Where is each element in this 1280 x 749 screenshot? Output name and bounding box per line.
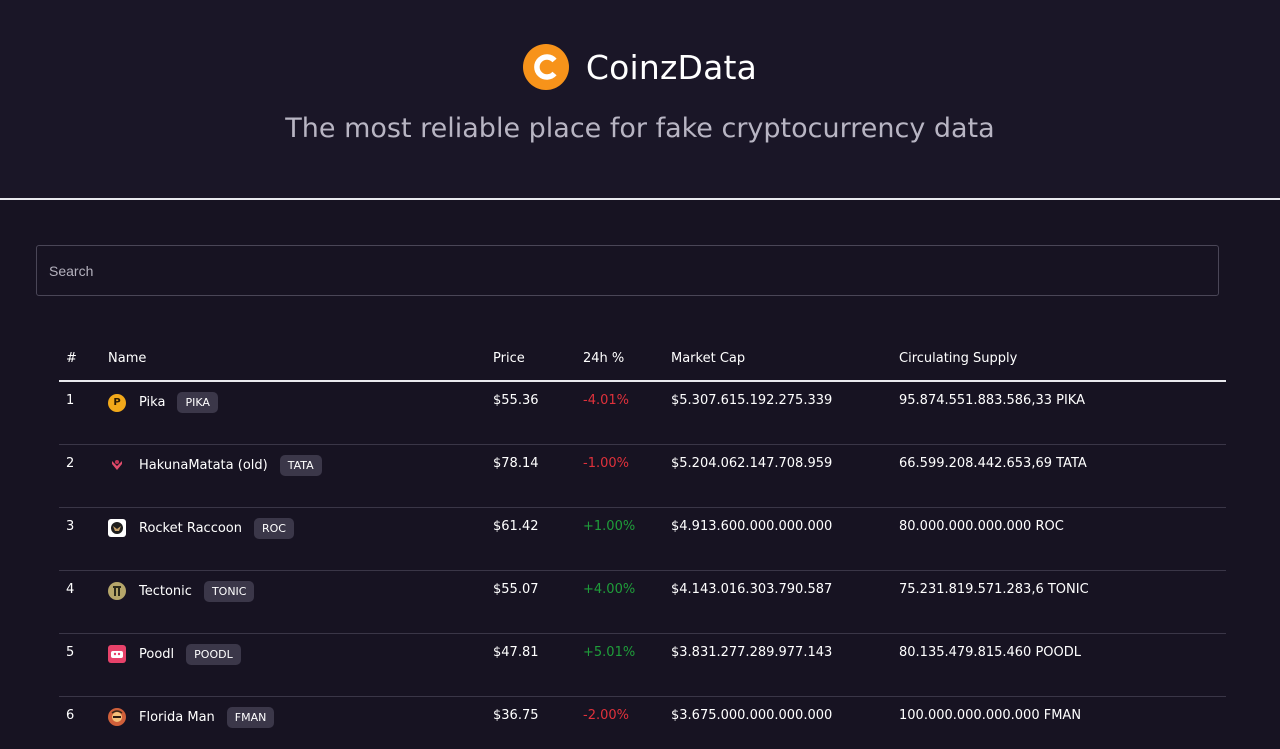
header-name[interactable]: Name — [108, 348, 493, 382]
supply-cell: 75.231.819.571.283,6 TONIC — [899, 570, 1226, 634]
coin-name[interactable]: HakunaMatata (old) — [139, 458, 268, 473]
coin-name[interactable]: Pika — [139, 395, 165, 410]
header-24h-change[interactable]: 24h % — [583, 348, 671, 382]
name-cell: Rocket Raccoon ROC — [108, 507, 493, 571]
market-cap-cell: $4.913.600.000.000.000 — [671, 507, 899, 571]
tagline: The most reliable place for fake cryptoc… — [285, 113, 995, 144]
price-cell: $47.81 — [493, 633, 583, 697]
price-cell: $36.75 — [493, 696, 583, 749]
symbol-badge: ROC — [254, 517, 294, 539]
change-cell: +1.00% — [583, 507, 671, 571]
florida-man-icon — [108, 708, 126, 726]
symbol-badge: TATA — [279, 454, 322, 476]
supply-cell: 66.599.208.442.653,69 TATA — [899, 444, 1226, 508]
change-cell: -2.00% — [583, 696, 671, 749]
name-cell: Poodl POODL — [108, 633, 493, 697]
supply-cell: 80.135.479.815.460 POODL — [899, 633, 1226, 697]
price-cell: $55.07 — [493, 570, 583, 634]
name-cell: HakunaMatata (old) TATA — [108, 444, 493, 508]
price-cell: $61.42 — [493, 507, 583, 571]
rank-cell: 4 — [59, 570, 108, 634]
market-cap-cell: $3.675.000.000.000.000 — [671, 696, 899, 749]
brand-name: CoinzData — [585, 47, 758, 87]
rank-cell: 5 — [59, 633, 108, 697]
brand: CoinzData — [522, 44, 758, 90]
symbol-badge: TONIC — [203, 580, 255, 602]
coin-name[interactable]: Florida Man — [139, 710, 215, 725]
market-cap-cell: $5.307.615.192.275.339 — [671, 381, 899, 445]
search-input[interactable] — [36, 245, 1219, 296]
rank-cell: 6 — [59, 696, 108, 749]
price-cell: $78.14 — [493, 444, 583, 508]
rank-cell: 1 — [59, 381, 108, 445]
tectonic-icon — [108, 582, 126, 600]
table-row[interactable]: 1 P Pika PIKA $55.36 -4.01% $5.307.615.1… — [59, 381, 1226, 445]
name-cell: Tectonic TONIC — [108, 570, 493, 634]
change-cell: -4.01% — [583, 381, 671, 445]
site-header: CoinzData The most reliable place for fa… — [0, 0, 1280, 200]
coin-name[interactable]: Rocket Raccoon — [139, 521, 242, 536]
table-row[interactable]: 3 Rocket Raccoon ROC $61.42 +1.00% $4.91… — [59, 507, 1226, 571]
header-rank[interactable]: # — [59, 348, 108, 382]
table-row[interactable]: 2 HakunaMatata (old) TATA $78.14 -1.00% … — [59, 444, 1226, 508]
market-cap-cell: $4.143.016.303.790.587 — [671, 570, 899, 634]
change-cell: -1.00% — [583, 444, 671, 508]
poodl-icon — [108, 645, 126, 663]
search-container — [0, 200, 1280, 296]
supply-cell: 95.874.551.883.586,33 PIKA — [899, 381, 1226, 445]
symbol-badge: FMAN — [226, 706, 275, 728]
price-cell: $55.36 — [493, 381, 583, 445]
rank-cell: 3 — [59, 507, 108, 571]
market-cap-cell: $5.204.062.147.708.959 — [671, 444, 899, 508]
symbol-badge: POODL — [186, 643, 241, 665]
change-cell: +5.01% — [583, 633, 671, 697]
symbol-badge: PIKA — [177, 392, 218, 413]
rocket-raccoon-icon — [108, 519, 126, 537]
coinzdata-logo-icon — [522, 44, 569, 90]
table-row[interactable]: 4 Tectonic TONIC $55.07 +4.00% $4.143.01… — [59, 570, 1226, 634]
table-row[interactable]: 5 Poodl POODL $47.81 +5.01% $3.831.277.2… — [59, 633, 1226, 697]
header-circulating-supply[interactable]: Circulating Supply — [899, 348, 1226, 382]
table-header-row: # Name Price 24h % Market Cap Circulatin… — [59, 348, 1226, 382]
name-cell: Florida Man FMAN — [108, 696, 493, 749]
market-cap-cell: $3.831.277.289.977.143 — [671, 633, 899, 697]
supply-cell: 80.000.000.000.000 ROC — [899, 507, 1226, 571]
supply-cell: 100.000.000.000.000 FMAN — [899, 696, 1226, 749]
coin-name[interactable]: Poodl — [139, 647, 174, 662]
hakunamatata-icon — [108, 456, 126, 474]
rank-cell: 2 — [59, 444, 108, 508]
header-price[interactable]: Price — [493, 348, 583, 382]
table-row[interactable]: 6 Florida Man FMAN $36.75 -2.00% $3.675.… — [59, 696, 1226, 749]
header-market-cap[interactable]: Market Cap — [671, 348, 899, 382]
coin-table: # Name Price 24h % Market Cap Circulatin… — [59, 348, 1226, 749]
name-cell: P Pika PIKA — [108, 381, 493, 445]
coin-name[interactable]: Tectonic — [139, 584, 192, 599]
change-cell: +4.00% — [583, 570, 671, 634]
pika-icon: P — [108, 393, 126, 412]
